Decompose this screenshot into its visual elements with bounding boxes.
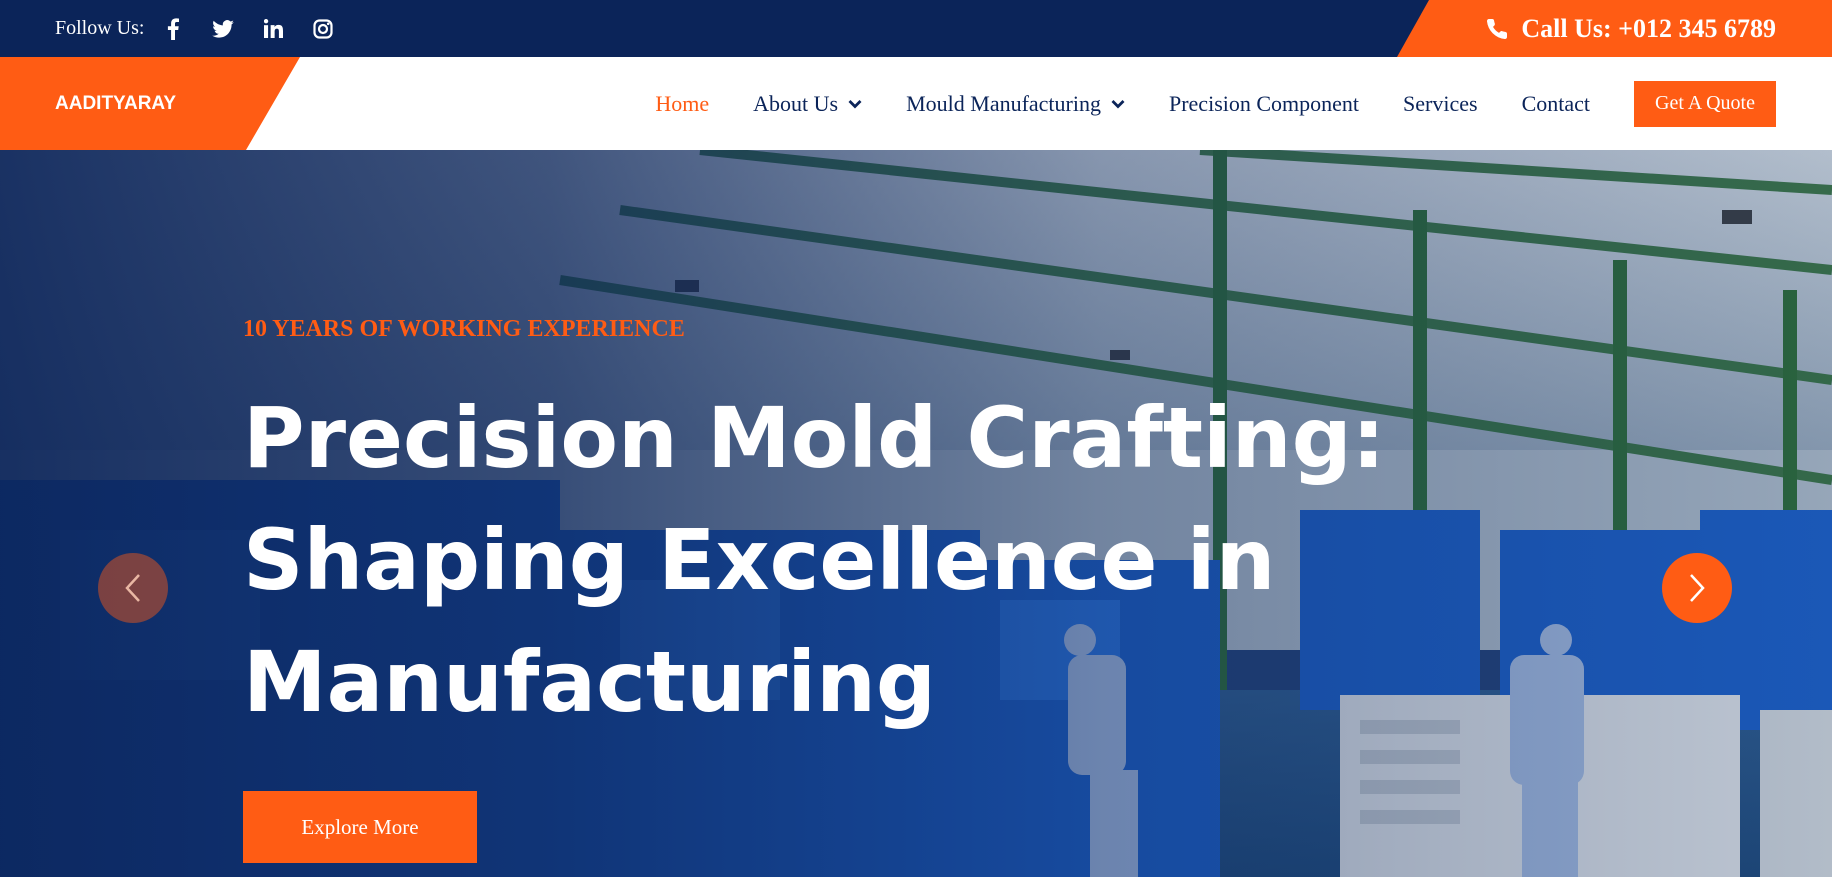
call-us-box[interactable]: Call Us: +012 345 6789 bbox=[1397, 0, 1832, 57]
get-a-quote-button[interactable]: Get A Quote bbox=[1634, 80, 1776, 127]
nav-home[interactable]: Home bbox=[655, 91, 709, 117]
twitter-icon[interactable] bbox=[210, 16, 236, 42]
main-nav: Home About Us Mould Manufacturing Precis… bbox=[611, 57, 1832, 150]
chevron-right-icon bbox=[1690, 574, 1705, 602]
call-us-text: Call Us: +012 345 6789 bbox=[1521, 13, 1776, 43]
nav-contact-label: Contact bbox=[1521, 90, 1590, 116]
facebook-icon[interactable] bbox=[160, 16, 186, 42]
instagram-icon[interactable] bbox=[310, 16, 336, 42]
hero-headline: Precision Mold Crafting: Shaping Excelle… bbox=[243, 377, 1483, 743]
follow-us-label: Follow Us: bbox=[55, 17, 145, 39]
linkedin-icon[interactable] bbox=[260, 16, 286, 42]
nav-precision-component-label: Precision Component bbox=[1168, 90, 1360, 116]
hero-carousel: 10 YEARS OF WORKING EXPERIENCE Precision… bbox=[0, 150, 1832, 877]
chevron-down-icon bbox=[848, 99, 862, 109]
follow-us: Follow Us: bbox=[55, 0, 360, 57]
chevron-left-icon bbox=[125, 574, 140, 602]
nav-services[interactable]: Services bbox=[1403, 91, 1478, 117]
nav-contact[interactable]: Contact bbox=[1522, 91, 1590, 117]
hero-eyebrow: 10 YEARS OF WORKING EXPERIENCE bbox=[243, 316, 685, 342]
phone-icon bbox=[1485, 17, 1509, 41]
nav-mould-manufacturing-label: Mould Manufacturing bbox=[906, 90, 1101, 116]
nav-home-label: Home bbox=[655, 90, 710, 116]
nav-services-label: Services bbox=[1403, 90, 1478, 116]
nav-mould-manufacturing[interactable]: Mould Manufacturing bbox=[906, 91, 1125, 117]
nav-about-us-label: About Us bbox=[753, 90, 839, 116]
main-navbar: AADITYARAY Home About Us Mould Manufactu… bbox=[0, 57, 1832, 150]
nav-about-us[interactable]: About Us bbox=[753, 91, 862, 117]
top-bar: Follow Us: Call Us: +012 345 6789 bbox=[0, 0, 1832, 57]
carousel-next-button[interactable] bbox=[1662, 553, 1732, 623]
chevron-down-icon bbox=[1111, 99, 1125, 109]
hero-headline-line-2: Shaping Excellence in bbox=[243, 511, 1276, 609]
carousel-prev-button[interactable] bbox=[98, 553, 168, 623]
hero-headline-line-1: Precision Mold Crafting: bbox=[243, 389, 1386, 487]
nav-precision-component[interactable]: Precision Component bbox=[1169, 91, 1359, 117]
hero-headline-line-3: Manufacturing bbox=[243, 633, 936, 731]
explore-more-button[interactable]: Explore More bbox=[243, 791, 477, 863]
brand-logo[interactable]: AADITYARAY bbox=[55, 57, 176, 150]
